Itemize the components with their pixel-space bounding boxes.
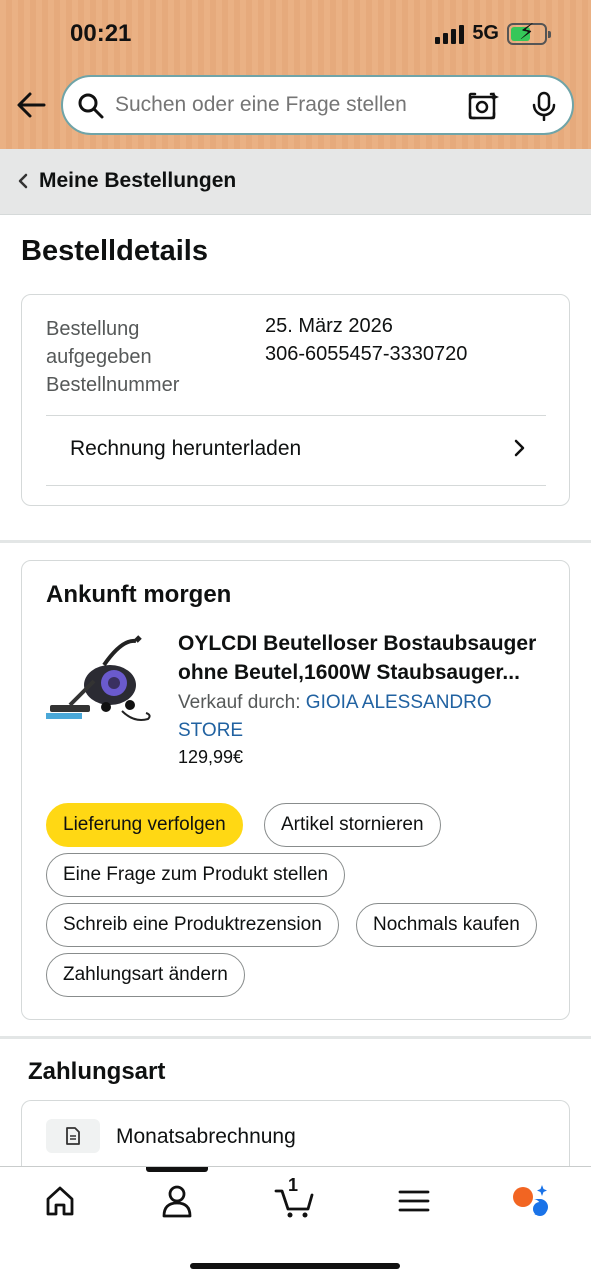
divider [46,485,546,486]
network-label: 5G [472,22,499,44]
document-icon-badge [46,1119,100,1153]
cancel-item-button[interactable]: Artikel stornieren [264,803,441,847]
search-input[interactable] [115,93,445,117]
search-icon [78,93,104,119]
app-header: 00:21 5G ⚡ [0,0,591,149]
order-number-label: Bestellnummer [46,374,180,396]
order-placed-label-2: aufgegeben [46,346,152,368]
status-time: 00:21 [70,20,132,47]
page-title: Bestelldetails [21,235,208,267]
battery-icon: ⚡ [507,20,551,45]
microphone-icon[interactable] [531,91,557,121]
write-review-button[interactable]: Schreib eine Produktrezension [46,903,339,947]
ask-question-button[interactable]: Eine Frage zum Produkt stellen [46,853,346,897]
payment-heading: Zahlungsart [28,1058,166,1085]
section-divider [0,540,591,543]
chevron-left-icon [18,173,28,189]
assistant-icon[interactable] [510,1183,550,1219]
back-arrow-icon[interactable] [14,88,48,122]
breadcrumb[interactable]: Meine Bestellungen [0,149,591,215]
download-invoice-label[interactable]: Rechnung herunterladen [70,437,301,461]
payment-method: Monatsabrechnung [116,1125,296,1148]
arrival-heading: Ankunft morgen [46,581,232,608]
camera-lens-icon[interactable] [467,91,499,121]
product-title[interactable]: OYLCDI Beutelloser Bostaubsauger ohne Be… [178,629,550,687]
account-icon[interactable] [157,1183,197,1219]
chevron-right-icon [514,439,525,457]
order-number: 306-6055457-3330720 [265,343,468,365]
home-indicator [190,1263,400,1269]
section-divider [0,1036,591,1039]
cart-button[interactable]: 1 [274,1175,314,1219]
active-tab-indicator [146,1167,208,1172]
download-invoice-row[interactable]: Rechnung herunterladen [22,417,571,487]
order-info-card: Bestellung aufgegeben Bestellnummer 25. … [21,294,570,506]
product-image[interactable] [44,631,154,731]
track-package-button[interactable]: Lieferung verfolgen [46,803,243,847]
order-date: 25. März 2026 [265,315,393,337]
shipment-card: Ankunft morgen OYLCDI Beutelloser Bostau… [21,560,570,1020]
menu-icon[interactable] [394,1183,434,1219]
order-info-labels: Bestellung aufgegeben Bestellnummer [46,315,246,399]
divider [46,415,546,416]
home-icon[interactable] [40,1183,80,1219]
signal-icon [435,24,465,44]
breadcrumb-label[interactable]: Meine Bestellungen [39,169,236,193]
order-placed-label-1: Bestellung [46,318,140,340]
search-bar[interactable] [61,75,574,135]
document-icon [66,1127,80,1145]
status-indicators: 5G ⚡ [435,20,551,45]
cart-count: 1 [288,1175,299,1195]
bottom-nav: 1 [0,1166,591,1280]
product-price: 129,99€ [178,747,244,767]
buy-again-button[interactable]: Nochmals kaufen [356,903,537,947]
change-payment-button[interactable]: Zahlungsart ändern [46,953,245,997]
seller-prefix: Verkauf durch: [178,692,306,713]
seller-info: Verkauf durch: GIOIA ALESSANDRO STORE [178,689,550,745]
